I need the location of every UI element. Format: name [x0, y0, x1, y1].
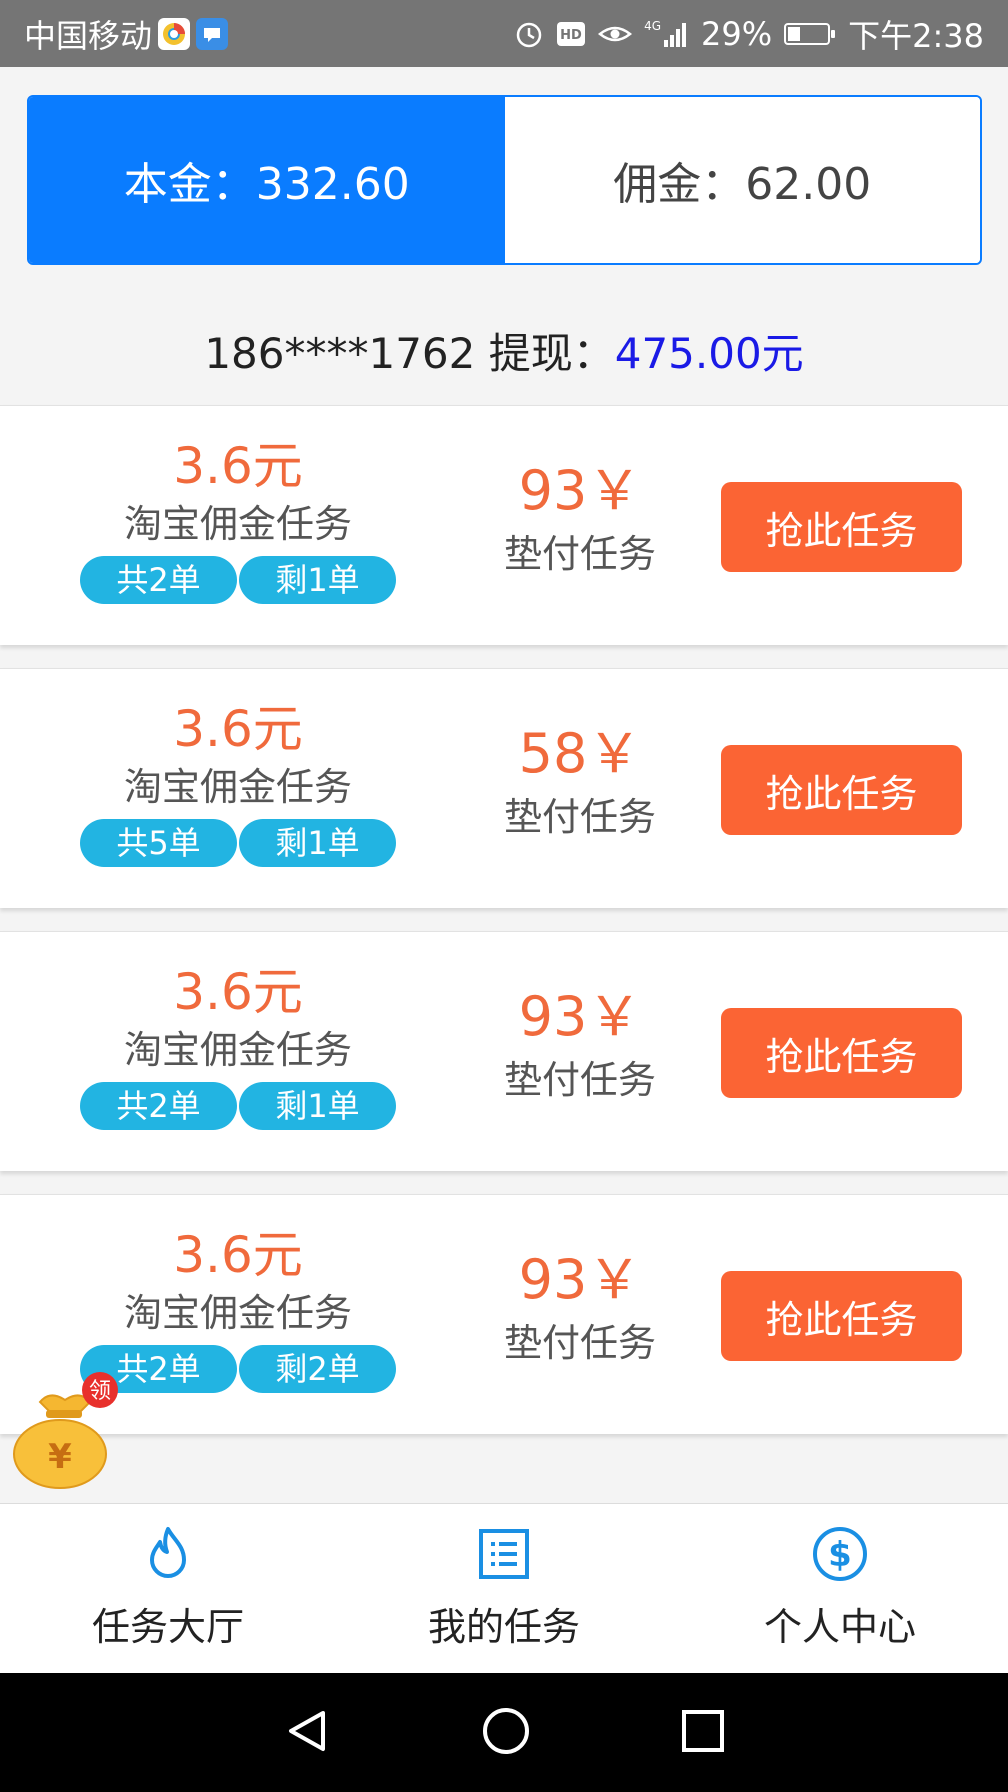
task-type: 垫付任务	[503, 532, 656, 576]
task-remaining-badge: 剩1单	[239, 556, 396, 604]
home-icon[interactable]	[481, 1706, 531, 1760]
browser-app-icon	[158, 17, 191, 50]
task-advance-amount: 93￥	[518, 985, 642, 1048]
dollar-icon: $	[812, 1526, 868, 1582]
nav-label: 我的任务	[427, 1605, 580, 1649]
withdraw-notice: 186****1762 提现：475.00元	[0, 320, 1008, 381]
system-navigation-bar	[0, 1673, 1008, 1792]
task-name: 淘宝佣金任务	[123, 1028, 352, 1072]
task-type: 垫付任务	[503, 795, 656, 839]
hd-icon: HD	[556, 21, 586, 47]
task-name: 淘宝佣金任务	[123, 502, 352, 546]
withdraw-amount: 475.00元	[614, 329, 804, 378]
grab-task-button[interactable]: 抢此任务	[721, 1008, 962, 1098]
task-total-badge: 共5单	[80, 819, 237, 867]
status-bar: 中国移动 HD 4G 29% 下午2:38	[0, 0, 1008, 67]
nav-task-hall[interactable]: 任务大厅	[0, 1504, 336, 1673]
task-advance-amount: 93￥	[518, 459, 642, 522]
recents-icon[interactable]	[681, 1709, 725, 1757]
list-icon	[476, 1526, 532, 1582]
task-commission: 3.6元	[173, 700, 303, 758]
nav-personal-center[interactable]: $ 个人中心	[672, 1504, 1008, 1673]
bottom-navigation: 任务大厅 我的任务 $ 个人中心	[0, 1503, 1008, 1673]
task-name: 淘宝佣金任务	[123, 765, 352, 809]
nav-my-tasks[interactable]: 我的任务	[336, 1504, 672, 1673]
money-bag-icon: ¥ 领	[13, 1372, 118, 1489]
task-card: 3.6元 淘宝佣金任务 共2单 剩1单 93￥ 垫付任务 抢此任务	[0, 405, 1008, 645]
nav-label: 任务大厅	[91, 1605, 244, 1649]
money-bag-badge-label: 领	[89, 1379, 111, 1404]
eye-icon	[598, 22, 633, 46]
signal-icon: 4G	[644, 20, 689, 48]
alarm-icon	[514, 19, 544, 49]
task-advance-amount: 58￥	[518, 722, 642, 785]
clock: 下午2:38	[848, 16, 984, 55]
task-card: 3.6元 淘宝佣金任务 共2单 剩2单 93￥ 垫付任务 抢此任务	[0, 1194, 1008, 1434]
money-bag-float-button[interactable]: ¥ 领	[10, 1372, 120, 1492]
task-card: 3.6元 淘宝佣金任务 共2单 剩1单 93￥ 垫付任务 抢此任务	[0, 931, 1008, 1171]
battery-icon	[784, 22, 836, 45]
task-remaining-badge: 剩1单	[239, 1082, 396, 1130]
task-total-badge: 共2单	[80, 556, 237, 604]
flame-icon	[140, 1526, 196, 1582]
withdraw-user: 186****1762 提现：	[204, 329, 615, 378]
network-type-label: 4G	[644, 18, 661, 33]
back-icon[interactable]	[283, 1707, 331, 1759]
chat-app-icon	[196, 17, 229, 50]
svg-text:$: $	[828, 1535, 852, 1575]
task-commission: 3.6元	[173, 963, 303, 1021]
task-commission: 3.6元	[173, 1226, 303, 1284]
money-bag-symbol: ¥	[48, 1437, 72, 1477]
grab-task-button[interactable]: 抢此任务	[721, 745, 962, 835]
task-total-badge: 共2单	[80, 1082, 237, 1130]
task-advance-amount: 93￥	[518, 1248, 642, 1311]
task-card: 3.6元 淘宝佣金任务 共5单 剩1单 58￥ 垫付任务 抢此任务	[0, 668, 1008, 908]
principal-balance[interactable]: 本金：332.60	[29, 97, 505, 263]
grab-task-button[interactable]: 抢此任务	[721, 482, 962, 572]
task-remaining-badge: 剩1单	[239, 819, 396, 867]
svg-text:HD: HD	[560, 28, 582, 43]
carrier-label: 中国移动	[24, 16, 153, 55]
task-type: 垫付任务	[503, 1058, 656, 1102]
commission-balance[interactable]: 佣金：62.00	[504, 97, 980, 263]
task-remaining-badge: 剩2单	[239, 1345, 396, 1393]
grab-task-button[interactable]: 抢此任务	[721, 1271, 962, 1361]
nav-label: 个人中心	[763, 1605, 916, 1649]
task-commission: 3.6元	[173, 437, 303, 495]
task-name: 淘宝佣金任务	[123, 1291, 352, 1335]
task-type: 垫付任务	[503, 1321, 656, 1365]
battery-percent: 29%	[701, 14, 773, 53]
balance-tabs: 本金：332.60 佣金：62.00	[27, 95, 982, 265]
